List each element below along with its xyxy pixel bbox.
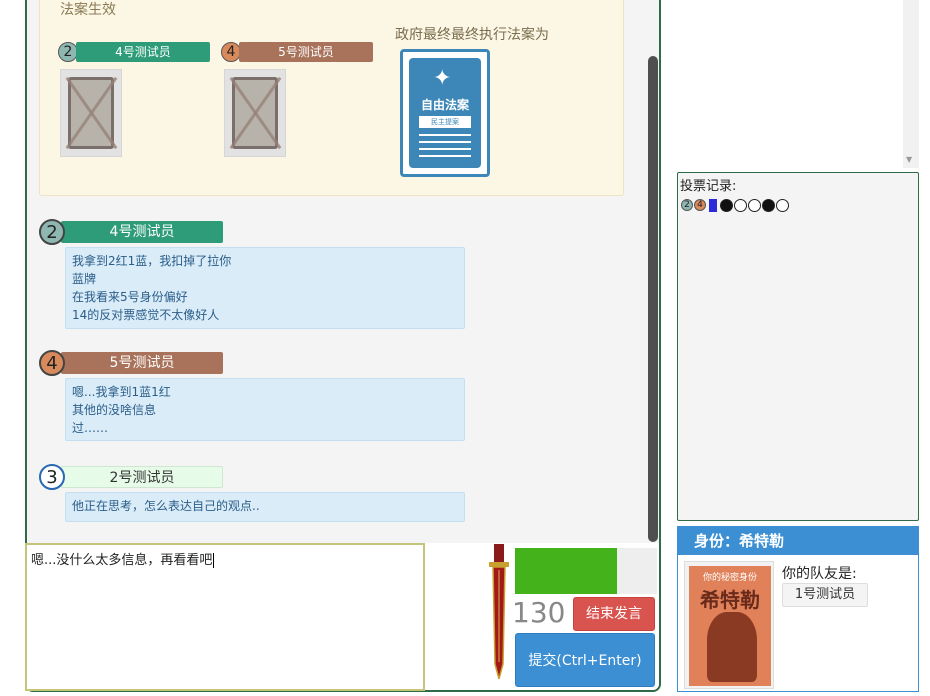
dove-icon: ✦ xyxy=(433,66,452,91)
chat-input[interactable]: 嗯...没什么太多信息，再看看吧 xyxy=(25,543,425,691)
card-back-icon xyxy=(232,77,278,149)
message-line: 我拿到2红1蓝，我扣掉了拉你 xyxy=(72,254,232,268)
chancellor-number-badge: 4 xyxy=(221,42,241,62)
chancellor-name-badge: 5号测试员 xyxy=(239,42,373,62)
president-name-badge: 4号测试员 xyxy=(76,42,210,62)
vote-dot-black xyxy=(762,198,775,212)
message-line: 过…… xyxy=(72,421,109,435)
top-right-panel xyxy=(665,0,919,168)
chat-panel: 法案生效 2 4号测试员 4 5号测试员 政府最终最终执行法案为 ✦ 自由法案 … xyxy=(25,0,661,543)
vote-record-panel: 投票记录: 2 4 xyxy=(677,172,919,521)
discarded-card-chancellor xyxy=(224,69,286,157)
vote-dot-black xyxy=(720,198,733,212)
message-body: 嗯...我拿到1蓝1红 其他的没啥信息 过…… xyxy=(65,378,465,441)
message-line: 蓝牌 xyxy=(72,272,97,286)
top-right-scrollbar[interactable] xyxy=(903,0,919,168)
player-name-badge: 5号测试员 xyxy=(61,352,223,374)
vote-record-title: 投票记录: xyxy=(680,179,737,194)
liberal-law-card: ✦ 自由法案 民主提案 xyxy=(400,49,490,177)
player-number-badge: 2 xyxy=(39,219,65,245)
identity-card-caption: 你的秘密身份 xyxy=(702,573,757,583)
message-body: 我拿到2红1蓝，我扣掉了拉你 蓝牌 在我看来5号身份偏好 14的反对票感觉不太像… xyxy=(65,247,465,329)
hitler-card-image: 你的秘密身份 希特勒 xyxy=(689,566,771,686)
vote-president-number: 2 xyxy=(681,199,693,211)
chat-message: 3 2号测试员 他正在思考，怎么表达自己的观点.. xyxy=(39,464,479,522)
identity-header: 身份：希特勒 xyxy=(678,527,918,555)
teammate-label: 你的队友是: xyxy=(782,566,857,582)
vote-record-row: 2 4 xyxy=(681,198,789,212)
player-number-badge: 4 xyxy=(39,350,65,376)
message-line: 他正在思考，怎么表达自己的观点.. xyxy=(72,499,260,513)
identity-card: 你的秘密身份 希特勒 xyxy=(684,561,774,689)
end-speech-button[interactable]: 结束发言 xyxy=(573,597,655,631)
timer-countdown: 130 xyxy=(512,596,566,629)
discarded-card-president xyxy=(60,69,122,157)
message-line: 嗯...我拿到1蓝1红 xyxy=(72,385,171,399)
vote-dot-white xyxy=(776,198,789,212)
liberal-law-marker xyxy=(709,198,717,212)
law-enacted-title: 法案生效 xyxy=(60,2,116,18)
law-card-line xyxy=(419,155,471,157)
scroll-down-arrow-icon[interactable]: ▼ xyxy=(906,155,912,164)
character-portrait-icon xyxy=(707,612,757,682)
law-card-subtitle: 民主提案 xyxy=(419,116,471,128)
timer-bar-fill xyxy=(515,548,617,594)
text-cursor xyxy=(213,553,215,568)
player-number-badge: 3 xyxy=(39,464,65,490)
message-line: 14的反对票感觉不太像好人 xyxy=(72,308,220,322)
identity-card-name: 希特勒 xyxy=(700,588,760,612)
identity-panel: 身份：希特勒 你的秘密身份 希特勒 你的队友是: 1号测试员 xyxy=(677,526,919,692)
law-card-line xyxy=(419,141,471,143)
law-card-line xyxy=(419,148,471,150)
vote-dot-white xyxy=(734,198,747,212)
submit-button[interactable]: 提交(Ctrl+Enter) xyxy=(515,633,655,687)
chat-scrollbar-thumb[interactable] xyxy=(648,56,658,542)
president-number-badge: 2 xyxy=(58,42,78,62)
law-card-line xyxy=(419,134,471,136)
card-back-icon xyxy=(68,77,114,149)
chat-message: 2 4号测试员 我拿到2红1蓝，我扣掉了拉你 蓝牌 在我看来5号身份偏好 14的… xyxy=(39,219,479,329)
player-name-badge: 4号测试员 xyxy=(61,221,223,243)
law-enacted-box: 法案生效 2 4号测试员 4 5号测试员 政府最终最终执行法案为 ✦ 自由法案 … xyxy=(39,0,624,196)
sword-icon xyxy=(489,544,509,679)
law-card-paper: ✦ 自由法案 民主提案 xyxy=(409,58,481,168)
teammate-chip: 1号测试员 xyxy=(782,583,868,607)
law-card-label: 自由法案 xyxy=(420,98,469,112)
vote-dot-white xyxy=(748,198,761,212)
government-result-text: 政府最终最终执行法案为 xyxy=(395,27,549,43)
vote-chancellor-number: 4 xyxy=(694,199,706,211)
message-line: 其他的没啥信息 xyxy=(72,403,157,417)
message-body: 他正在思考，怎么表达自己的观点.. xyxy=(65,492,465,522)
chat-input-value: 嗯...没什么太多信息，再看看吧 xyxy=(31,553,213,568)
message-line: 在我看来5号身份偏好 xyxy=(72,290,188,304)
player-name-badge: 2号测试员 xyxy=(61,466,223,488)
chat-message: 4 5号测试员 嗯...我拿到1蓝1红 其他的没啥信息 过…… xyxy=(39,350,479,442)
